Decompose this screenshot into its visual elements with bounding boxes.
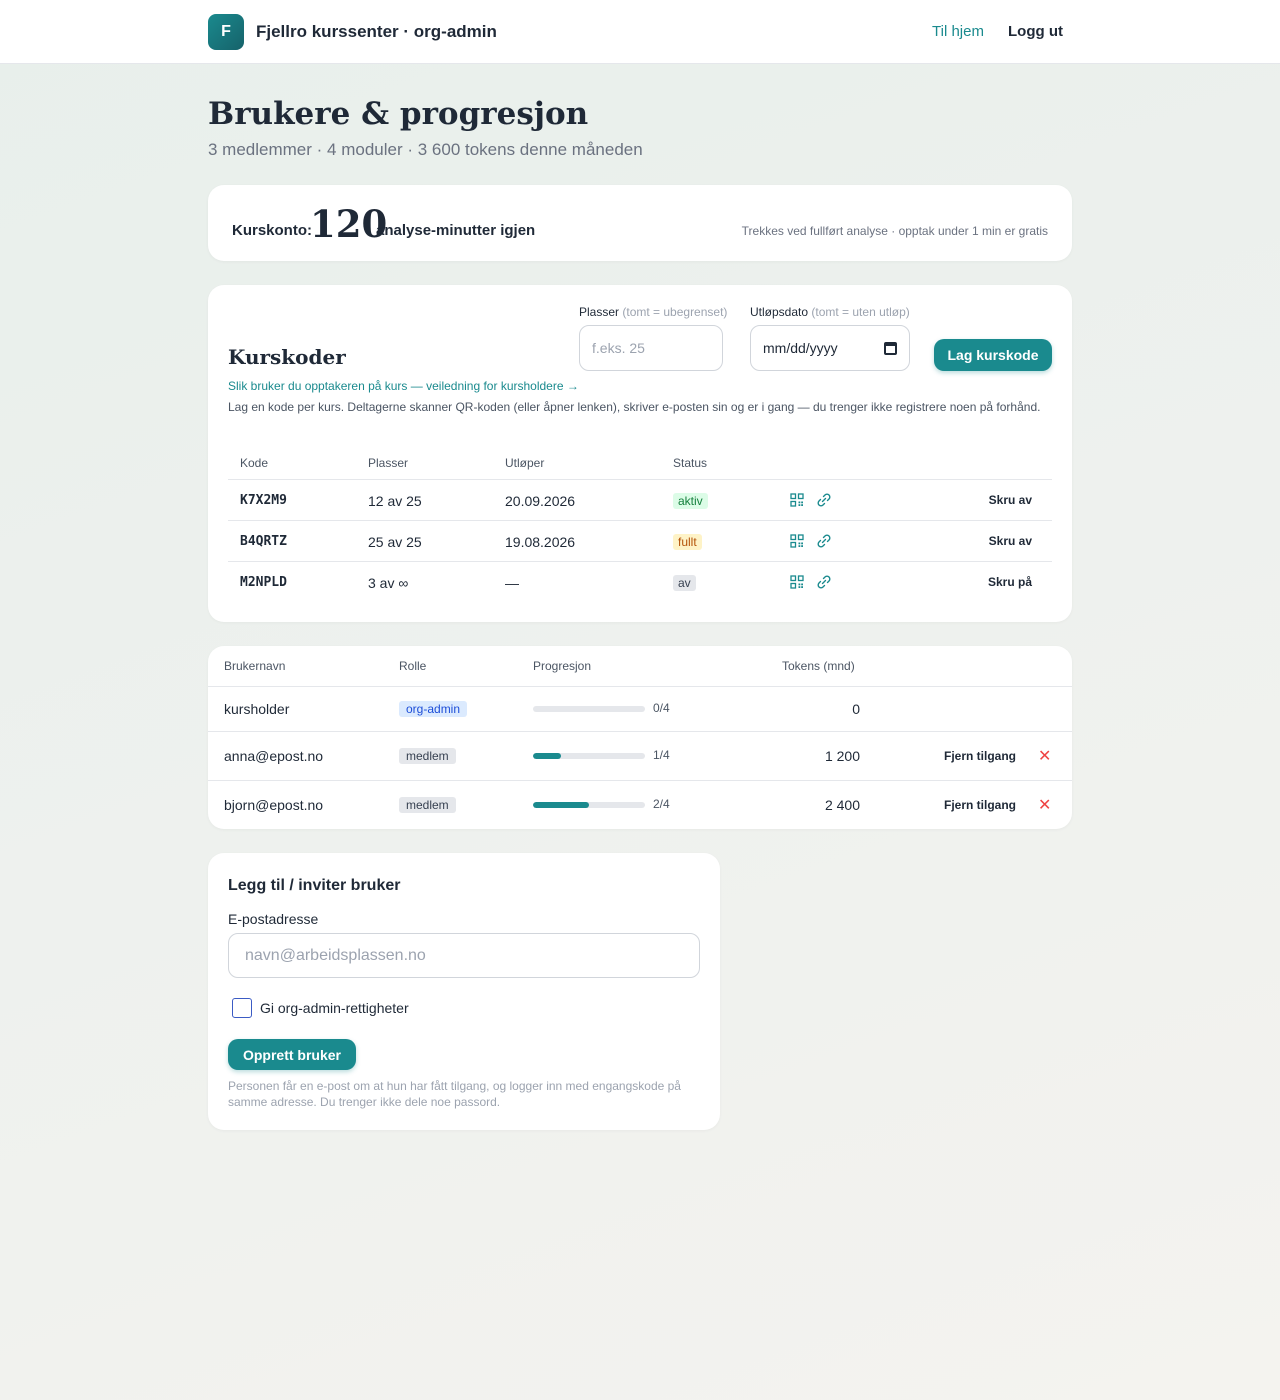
account-minutes-suffix: analyse-minutter igjen <box>376 222 536 239</box>
account-note: Trekkes ved fullført analyse · opptak un… <box>741 224 1048 238</box>
progress-bar <box>533 706 645 712</box>
col-header-username: Brukernavn <box>224 659 286 673</box>
nav-home-link[interactable]: Til hjem <box>932 23 984 40</box>
close-icon[interactable]: ✕ <box>1038 795 1051 815</box>
qr-code-icon[interactable] <box>790 493 804 507</box>
progress-fill <box>533 802 589 808</box>
tokens-value: 0 <box>852 701 860 717</box>
link-icon[interactable] <box>816 533 832 549</box>
toggle-code-button[interactable]: Skru av <box>989 493 1032 507</box>
expiry-label: Utløpsdato (tomt = uten utløp) <box>750 305 910 319</box>
col-header-code: Kode <box>240 456 269 470</box>
calendar-icon[interactable] <box>884 341 897 355</box>
expiry-date-input[interactable]: mm/dd/yyyy <box>750 325 910 371</box>
table-row: bjorn@epost.no medlem 2/4 2 400 Fjern ti… <box>208 781 1072 829</box>
link-icon[interactable] <box>816 492 832 508</box>
status-badge: aktiv <box>673 493 708 509</box>
code-value: K7X2M9 <box>240 493 287 508</box>
expiry-label-text: Utløpsdato <box>750 305 809 319</box>
status-badge: av <box>673 575 696 591</box>
course-codes-description: Lag en kode per kurs. Deltagerne skanner… <box>228 400 1041 414</box>
col-header-role: Rolle <box>399 659 427 673</box>
places-label: Plasser (tomt = ubegrenset) <box>579 305 727 319</box>
invite-note: Personen får en e-post om at hun har fåt… <box>228 1079 681 1109</box>
remove-access-button[interactable]: Fjern tilgang <box>944 749 1016 763</box>
code-row: B4QRTZ 25 av 25 19.08.2026 fullt Skru av <box>228 521 1052 562</box>
progress-fill <box>533 753 561 759</box>
code-expires: 19.08.2026 <box>505 534 576 550</box>
admin-rights-checkbox[interactable] <box>232 998 252 1018</box>
account-label: Kurskonto: <box>232 222 312 239</box>
toggle-code-button[interactable]: Skru av <box>989 534 1032 548</box>
role-badge: medlem <box>399 797 456 813</box>
table-row: anna@epost.no medlem 1/4 1 200 Fjern til… <box>208 732 1072 780</box>
code-value: B4QRTZ <box>240 534 287 549</box>
username: kursholder <box>224 701 290 717</box>
expiry-hint: (tomt = uten utløp) <box>811 305 910 319</box>
progress-bar <box>533 802 645 808</box>
create-user-button[interactable]: Opprett bruker <box>228 1039 356 1070</box>
course-codes-card: Kurskoder Plasser (tomt = ubegrenset) f.… <box>208 285 1072 622</box>
toggle-code-button[interactable]: Skru på <box>988 575 1032 589</box>
role-badge: org-admin <box>399 701 468 717</box>
tokens-value: 1 200 <box>824 748 860 764</box>
email-label: E-postadresse <box>228 911 319 927</box>
role-badge: medlem <box>399 748 456 764</box>
places-input[interactable]: f.eks. 25 <box>579 325 723 371</box>
close-icon[interactable]: ✕ <box>1038 746 1051 766</box>
table-row: kursholder org-admin 0/4 0 <box>208 687 1072 731</box>
create-code-button[interactable]: Lag kurskode <box>934 339 1052 371</box>
qr-code-icon[interactable] <box>790 575 804 589</box>
logout-button[interactable]: Logg ut <box>1008 23 1063 40</box>
username: bjorn@epost.no <box>224 797 324 813</box>
username: anna@epost.no <box>224 748 324 764</box>
places-hint: (tomt = ubegrenset) <box>622 305 728 319</box>
users-table: Brukernavn Rolle Progresjon Tokens (mnd)… <box>208 646 1072 829</box>
code-expires: 20.09.2026 <box>505 493 576 509</box>
guide-link[interactable]: Slik bruker du opptakeren på kurs — veil… <box>228 379 579 393</box>
code-places: 25 av 25 <box>368 534 422 550</box>
progress-count: 2/4 <box>653 797 670 811</box>
col-header-progress: Progresjon <box>533 659 592 673</box>
code-places: 3 av ∞ <box>368 575 409 591</box>
top-bar: F Fjellro kurssenter · org-admin Til hje… <box>0 0 1280 64</box>
tokens-value: 2 400 <box>824 797 860 813</box>
page-title: Brukere & progresjon <box>208 96 589 132</box>
invite-user-card: Legg til / inviter bruker E-postadresse … <box>208 853 720 1130</box>
code-places: 12 av 25 <box>368 493 422 509</box>
code-row: K7X2M9 12 av 25 20.09.2026 aktiv Skru av <box>228 480 1052 521</box>
status-badge: fullt <box>673 534 702 550</box>
link-icon[interactable] <box>816 574 832 590</box>
admin-rights-label[interactable]: Gi org-admin-rettigheter <box>260 1000 409 1016</box>
code-expires: — <box>505 575 519 591</box>
account-card: Kurskonto: 120 analyse-minutter igjen Tr… <box>208 185 1072 261</box>
email-field[interactable]: navn@arbeidsplassen.no <box>228 933 700 978</box>
expiry-date-value: mm/dd/yyyy <box>763 340 838 356</box>
progress-count: 1/4 <box>653 748 670 762</box>
col-header-tokens: Tokens (mnd) <box>782 659 855 673</box>
col-header-status: Status <box>673 456 708 470</box>
invite-title: Legg til / inviter bruker <box>228 877 401 894</box>
qr-code-icon[interactable] <box>790 534 804 548</box>
org-name: Fjellro kurssenter · org-admin <box>256 22 497 41</box>
remove-access-button[interactable]: Fjern tilgang <box>944 798 1016 812</box>
progress-count: 0/4 <box>653 701 670 715</box>
code-value: M2NPLD <box>240 575 287 590</box>
col-header-expires: Utløper <box>505 456 545 470</box>
progress-bar <box>533 753 645 759</box>
course-codes-title: Kurskoder <box>228 345 346 369</box>
page-subtitle: 3 medlemmer · 4 moduler · 3 600 tokens d… <box>208 140 643 159</box>
places-label-text: Plasser <box>579 305 620 319</box>
col-header-places: Plasser <box>368 456 409 470</box>
code-row: M2NPLD 3 av ∞ — av Skru på <box>228 562 1052 603</box>
org-logo: F <box>208 14 244 50</box>
